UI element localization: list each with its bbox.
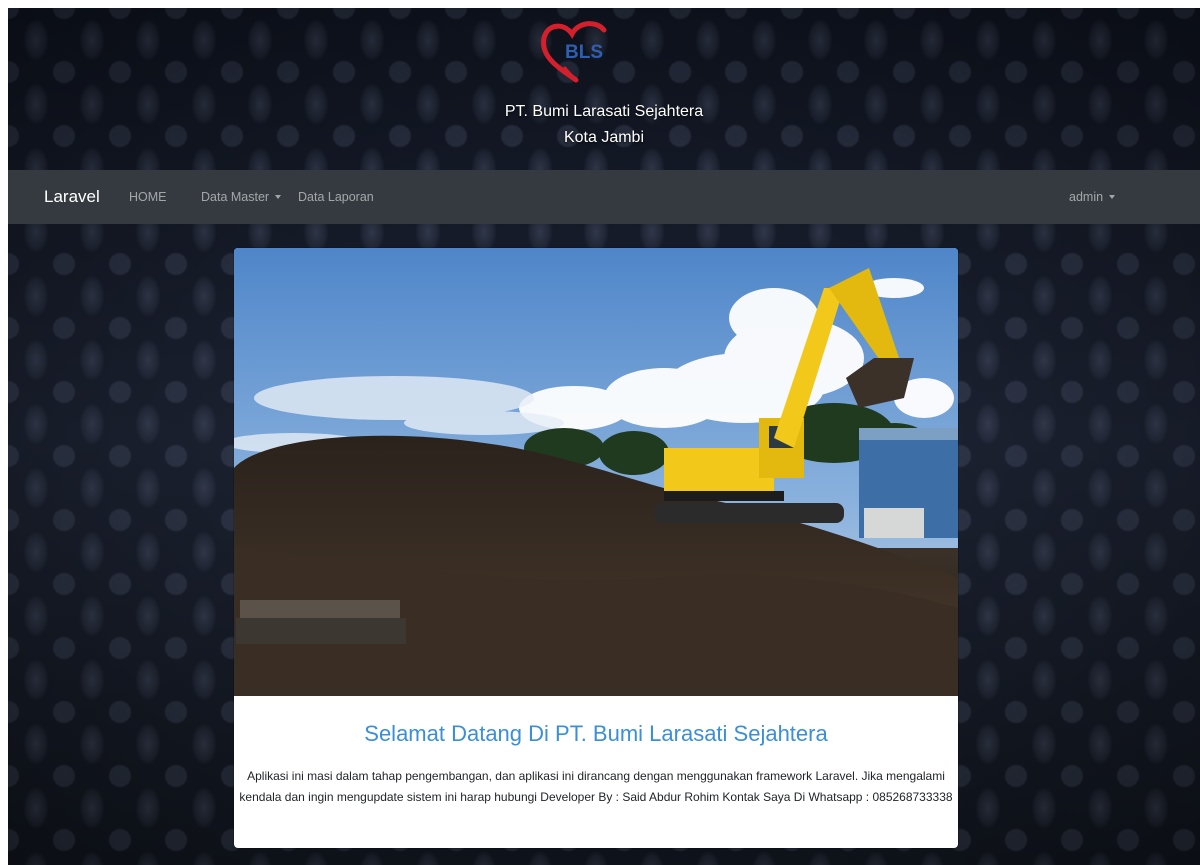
nav-home[interactable]: HOME: [129, 189, 167, 205]
welcome-card: Selamat Datang Di PT. Bumi Larasati Seja…: [234, 248, 958, 848]
nav-data-laporan-label: Data Laporan: [298, 190, 374, 204]
company-name: PT. Bumi Larasati Sejahtera: [504, 103, 704, 120]
hero-image: [234, 248, 958, 696]
nav-data-laporan[interactable]: Data Laporan: [298, 189, 374, 205]
nav-home-label: HOME: [129, 190, 167, 204]
nav-data-master[interactable]: Data Master: [201, 189, 282, 205]
nav-data-master-label: Data Master: [201, 190, 270, 204]
navbar-brand[interactable]: Laravel: [44, 186, 100, 208]
user-menu-label: admin: [1069, 190, 1104, 204]
user-menu[interactable]: admin: [1069, 189, 1116, 205]
logo-text: BLS: [565, 42, 603, 63]
main-navbar: Laravel HOME Data Master Data Laporan ad…: [8, 170, 1200, 224]
welcome-description: Aplikasi ini masi dalam tahap pengembang…: [239, 769, 953, 804]
page-background: BLS PT. Bumi Larasati Sejahtera Kota Jam…: [8, 8, 1200, 865]
welcome-title: Selamat Datang Di PT. Bumi Larasati Seja…: [364, 721, 828, 746]
company-logo: BLS: [541, 21, 607, 83]
site-header: BLS PT. Bumi Larasati Sejahtera Kota Jam…: [8, 8, 1200, 170]
chevron-down-icon: [1109, 194, 1116, 199]
chevron-down-icon: [275, 194, 282, 199]
city-name: Kota Jambi: [563, 129, 645, 146]
